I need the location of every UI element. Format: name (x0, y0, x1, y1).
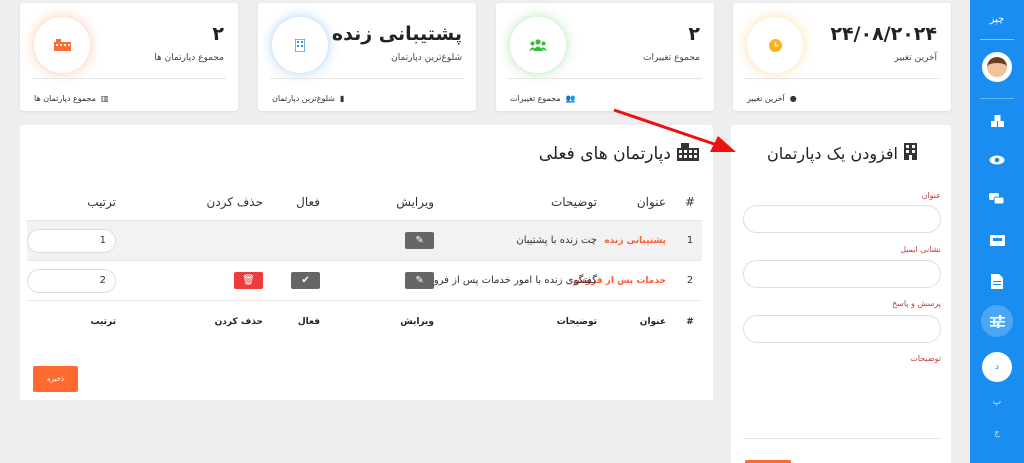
table-row: 1 پشتیبانی زنده چت زنده با پشتیبان ✎ 1 (27, 221, 702, 261)
col-order: ترتیب (87, 194, 116, 209)
stat-label: مجموع دپارتمان ها (154, 53, 224, 63)
col-delete: حذف کردن (206, 194, 263, 209)
edit-button[interactable]: ✎ (405, 272, 434, 289)
card-divider (745, 78, 939, 79)
clock-icon: ● (789, 94, 797, 103)
email-label: نشانی ایمیل (900, 245, 941, 254)
building-icon (904, 143, 917, 164)
col-active: فعال (296, 194, 320, 209)
stat-value: پشتیبانی زنده (331, 23, 462, 45)
stat-footer-label: مجموع تغییرات (510, 94, 561, 103)
stat-card-departments: ۲ مجموع دپارتمان ها مجموع دپارتمان ها ▥ (20, 3, 238, 111)
col-num: # (684, 194, 696, 209)
departments-table: # عنوان توضیحات ویرایش فعال حذف کردن ترت… (27, 183, 702, 343)
stat-footer: شلوغ‌ترین دپارتمان ▮ (272, 94, 344, 103)
trash-icon: 🗑 (242, 275, 255, 286)
stat-card-last-change: ۲۴/۰۸/۲۰۲۴ آخرین تغییر آخرین تغییر ● (733, 3, 951, 111)
col-order: ترتیب (90, 317, 116, 327)
stat-footer-label: آخرین تغییر (747, 94, 785, 103)
row-num: 2 (686, 275, 694, 286)
stat-label: شلوغ‌ترین دپارتمان (391, 53, 462, 63)
row-num: 1 (686, 235, 694, 246)
pencil-icon: ✎ (415, 235, 424, 246)
col-desc: توضیحات (550, 194, 597, 209)
side-nav: چپز د پ ج (970, 0, 1024, 463)
stat-value: ۲ (688, 23, 700, 45)
table-footer: # عنوان توضیحات ویرایش فعال حذف کردن ترت… (27, 301, 702, 343)
activate-button[interactable]: ✔ (291, 272, 320, 289)
avatar[interactable] (982, 52, 1012, 82)
delete-button[interactable]: 🗑 (234, 272, 263, 289)
order-input[interactable]: 2 (27, 268, 116, 293)
pencil-icon: ✎ (415, 275, 424, 286)
desc-label: توضیحات (910, 354, 941, 363)
department-title-link[interactable]: پشتیبانی زنده (604, 236, 666, 246)
users-icon: 👥 (565, 94, 576, 103)
card-divider (508, 78, 702, 79)
nav-circle-button[interactable]: د (982, 352, 1012, 382)
order-input[interactable]: 1 (27, 228, 116, 253)
nav-divider (980, 39, 1014, 40)
title-label: عنوان (921, 191, 941, 200)
nav-divider (980, 98, 1014, 99)
col-num: # (686, 317, 694, 327)
col-edit: ویرایش (396, 194, 434, 209)
stat-value: ۲ (212, 23, 224, 45)
row-desc: چت زنده با پشتیبان (516, 235, 597, 246)
building-icon: ▥ (100, 94, 109, 103)
stat-footer: مجموع تغییرات 👥 (510, 94, 576, 103)
edit-button[interactable]: ✎ (405, 232, 434, 249)
faq-label: پرسش و پاسخ (891, 299, 941, 308)
form-divider (743, 438, 941, 439)
sliders-icon[interactable] (981, 305, 1013, 337)
col-desc: توضیحات (556, 317, 597, 327)
save-button[interactable]: ذخیره (33, 366, 78, 392)
eye-icon[interactable] (981, 144, 1013, 176)
check-icon: ✔ (301, 275, 310, 286)
stat-card-changes: ۲ مجموع تغییرات مجموع تغییرات 👥 (496, 3, 714, 111)
stat-value: ۲۴/۰۸/۲۰۲۴ (830, 23, 937, 45)
stat-footer: آخرین تغییر ● (747, 94, 797, 103)
table-header: # عنوان توضیحات ویرایش فعال حذف کردن ترت… (27, 183, 702, 221)
departments-panel: دپارتمان های فعلی # عنوان توضیحات ویرایش… (20, 125, 713, 400)
stat-footer-label: شلوغ‌ترین دپارتمان (272, 94, 336, 103)
nav-letter[interactable]: پ (970, 397, 1024, 407)
stat-footer-label: مجموع دپارتمان ها (34, 94, 96, 103)
stat-footer: مجموع دپارتمان ها ▥ (34, 94, 109, 103)
col-active: فعال (297, 317, 320, 327)
building-icon (34, 17, 90, 73)
cubes-icon[interactable] (981, 105, 1013, 137)
form-title: افزودن یک دپارتمان (767, 143, 917, 164)
nav-letter[interactable]: ج (970, 428, 1024, 438)
col-edit: ویرایش (400, 317, 434, 327)
email-field[interactable] (743, 260, 941, 288)
stat-label: آخرین تغییر (894, 53, 938, 63)
clock-icon (747, 17, 803, 73)
stat-label: مجموع تغییرات (643, 53, 700, 63)
card-divider (32, 78, 226, 79)
avatar-face-icon (987, 57, 1007, 77)
card-divider (270, 78, 464, 79)
file-icon[interactable] (981, 265, 1013, 297)
title-field[interactable] (743, 205, 941, 233)
inbox-icon[interactable] (981, 224, 1013, 256)
building-icon: ▮ (340, 94, 345, 103)
users-icon (510, 17, 566, 73)
col-delete: حذف کردن (214, 317, 263, 327)
form-title-text: افزودن یک دپارتمان (767, 144, 898, 163)
row-desc: گفتگوی زنده با امور خدمات پس از فروش (421, 275, 597, 286)
nav-brand[interactable]: چپز (970, 14, 1024, 25)
annotation-arrow (613, 108, 736, 152)
comments-icon[interactable] (981, 183, 1013, 215)
building-icon (272, 17, 328, 73)
stat-card-busiest: پشتیبانی زنده شلوغ‌ترین دپارتمان شلوغ‌تر… (258, 3, 476, 111)
add-department-form: افزودن یک دپارتمان عنوان نشانی ایمیل پرس… (731, 125, 951, 463)
table-row: 2 خدمات پس از فروش گفتگوی زنده با امور خ… (27, 261, 702, 301)
faq-field[interactable] (743, 315, 941, 343)
